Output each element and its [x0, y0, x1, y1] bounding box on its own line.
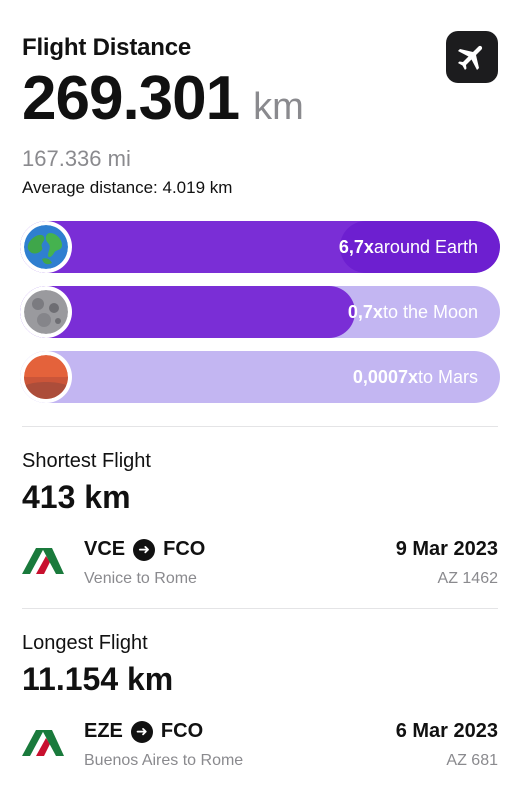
page-title: Flight Distance — [22, 34, 192, 61]
mars-icon — [24, 355, 68, 399]
longest-flight-row[interactable]: EZE ➜ FCO Buenos Aires to Rome 6 Mar 202… — [22, 720, 498, 776]
arrow-right-icon: ➜ — [133, 538, 156, 561]
shortest-flight-section: Shortest Flight 413 km — [22, 450, 498, 516]
shortest-flight-route: VCE ➜ FCO — [84, 538, 205, 561]
shortest-from-code: VCE — [84, 538, 126, 560]
moon-icon — [24, 290, 68, 334]
earth-icon — [24, 225, 68, 269]
earth-comparison-label: 6,7x around Earth — [339, 221, 478, 273]
longest-to-code: FCO — [160, 720, 204, 742]
airline-logo-icon — [22, 730, 64, 756]
divider — [22, 426, 498, 427]
longest-flight-section: Longest Flight 11.154 km — [22, 632, 498, 698]
total-miles: 167.336 mi — [22, 146, 131, 171]
total-distance: 269.301 km — [22, 68, 304, 130]
shortest-flight-number: AZ 1462 — [437, 570, 498, 587]
comparison-bars: 6,7x around Earth 0,7x to the Moon 0,000… — [20, 221, 500, 416]
shortest-route-name: Venice to Rome — [84, 570, 197, 587]
moon-comparison-bar: 0,7x to the Moon — [20, 286, 500, 338]
shortest-flight-distance: 413 km — [22, 479, 131, 515]
average-distance: Average distance: 4.019 km — [22, 178, 233, 197]
moon-comparison-value: 0,7x — [347, 301, 383, 322]
longest-flight-route: EZE ➜ FCO — [84, 720, 203, 743]
longest-flight-date: 6 Mar 2023 — [395, 720, 498, 742]
longest-flight-number: AZ 681 — [446, 752, 498, 769]
moon-icon-ring — [20, 286, 72, 338]
airline-logo-icon — [22, 548, 64, 574]
moon-comparison-label: 0,7x to the Moon — [348, 286, 478, 338]
airplane-icon[interactable] — [446, 31, 498, 83]
longest-route-name: Buenos Aires to Rome — [84, 752, 244, 769]
shortest-flight-row[interactable]: VCE ➜ FCO Venice to Rome 9 Mar 2023 AZ 1… — [22, 538, 498, 594]
mars-comparison-label: 0,0007x to Mars — [353, 351, 478, 403]
earth-comparison-text: around Earth — [373, 236, 478, 257]
shortest-flight-label: Shortest Flight — [22, 450, 151, 472]
longest-flight-distance: 11.154 km — [22, 661, 174, 697]
header: Flight Distance — [22, 31, 498, 83]
arrow-right-icon: ➜ — [130, 720, 153, 743]
longest-from-code: EZE — [84, 720, 123, 742]
moon-comparison-text: to the Moon — [382, 301, 478, 322]
total-distance-unit: km — [253, 86, 304, 128]
longest-flight-label: Longest Flight — [22, 632, 148, 654]
mars-comparison-bar: 0,0007x to Mars — [20, 351, 500, 403]
mars-comparison-value: 0,0007x — [352, 366, 418, 387]
shortest-to-code: FCO — [163, 538, 206, 560]
earth-comparison-value: 6,7x — [338, 236, 374, 257]
mars-comparison-text: to Mars — [417, 366, 478, 387]
total-distance-value: 269.301 — [22, 64, 240, 133]
divider — [22, 608, 498, 609]
earth-icon-ring — [20, 221, 72, 273]
earth-comparison-bar: 6,7x around Earth — [20, 221, 500, 273]
shortest-flight-date: 9 Mar 2023 — [395, 538, 498, 560]
mars-icon-ring — [20, 351, 72, 403]
airplane-glyph — [457, 45, 483, 71]
